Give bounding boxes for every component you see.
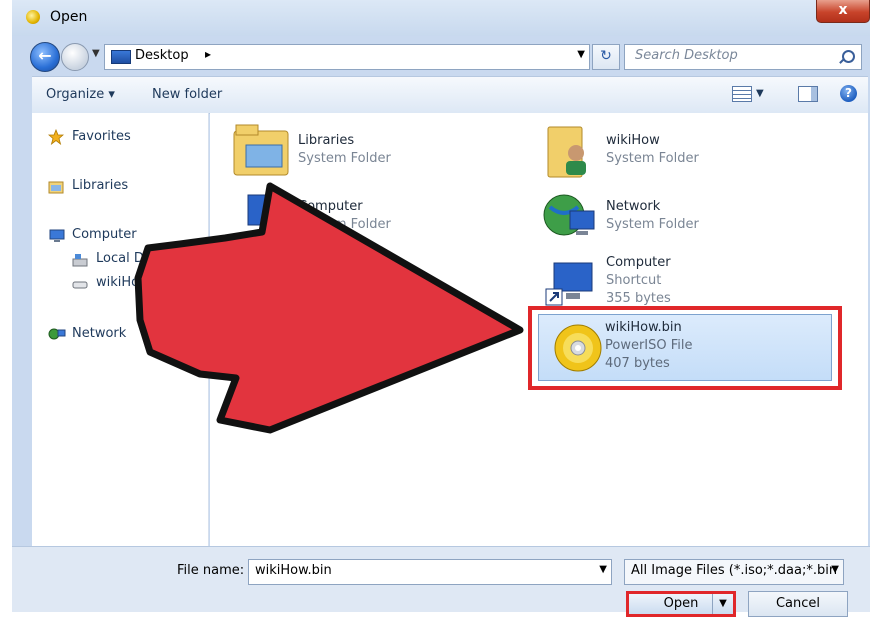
open-options-dropdown-icon[interactable]: ▼ bbox=[712, 594, 733, 614]
item-name: wikiHow.bin bbox=[605, 320, 682, 335]
network-globe-icon bbox=[542, 189, 598, 243]
computer-icon bbox=[48, 229, 65, 243]
file-type-select[interactable]: All Image Files (*.iso;*.daa;*.bin ▼ bbox=[624, 559, 844, 585]
change-view-icon[interactable] bbox=[732, 86, 752, 102]
item-size: 407 bytes bbox=[605, 356, 670, 371]
file-type-dropdown-icon[interactable]: ▼ bbox=[831, 564, 839, 575]
folder-icon bbox=[244, 255, 294, 305]
file-type-value[interactable]: All Image Files (*.iso;*.daa;*.bin bbox=[631, 563, 837, 578]
list-item-wikihow-bin[interactable]: wikiHow.bin PowerISO File 407 bytes bbox=[538, 314, 832, 381]
navigation-pane: Favorites Libraries Computer Local Disk … bbox=[32, 113, 209, 546]
file-name-dropdown-icon[interactable]: ▼ bbox=[599, 564, 607, 575]
item-type: System Folder bbox=[606, 217, 699, 232]
refresh-button[interactable]: ↻ bbox=[592, 44, 620, 70]
shortcut-icon bbox=[244, 339, 264, 369]
view-options-dropdown-icon[interactable]: ▼ bbox=[756, 88, 764, 99]
user-folder-icon bbox=[546, 123, 590, 179]
close-button[interactable]: x bbox=[816, 0, 870, 23]
libraries-icon bbox=[48, 180, 64, 194]
cancel-button[interactable]: Cancel bbox=[748, 591, 848, 617]
search-icon[interactable] bbox=[842, 50, 855, 63]
open-button-label: Open bbox=[663, 596, 699, 611]
item-type: System Folder bbox=[298, 217, 391, 232]
address-bar[interactable]: Desktop ▸ ▼ bbox=[104, 44, 590, 70]
network-icon bbox=[48, 327, 66, 341]
command-bar: Organize ▾ New folder ▼ ? bbox=[32, 76, 868, 114]
window-title: Open bbox=[50, 9, 88, 25]
preview-pane-icon[interactable] bbox=[798, 86, 818, 102]
desktop-icon bbox=[111, 50, 131, 64]
dialog-footer: File name: wikiHow.bin ▼ All Image Files… bbox=[12, 546, 870, 617]
file-list: Libraries System Folder wikiHow System F… bbox=[210, 113, 868, 546]
item-size: 355 bytes bbox=[606, 291, 671, 306]
file-name-input[interactable]: wikiHow.bin ▼ bbox=[248, 559, 612, 585]
item-name: wikiHow bbox=[606, 133, 660, 148]
item-name: Computer bbox=[298, 199, 363, 214]
help-button[interactable]: ? bbox=[840, 85, 857, 102]
address-row: ← ▼ Desktop ▸ ▼ ↻ Search Desktop bbox=[12, 36, 870, 74]
sidebar-item-network[interactable]: Network bbox=[72, 326, 126, 341]
file-name-value[interactable]: wikiHow.bin bbox=[255, 563, 332, 578]
item-name: Computer bbox=[606, 255, 671, 270]
sidebar-item-wikihow-drive[interactable]: wikiHow bbox=[96, 275, 150, 290]
file-name-label: File name: bbox=[177, 563, 245, 578]
recent-locations-dropdown-icon[interactable]: ▼ bbox=[92, 48, 100, 59]
address-location[interactable]: Desktop bbox=[135, 48, 189, 63]
address-dropdown-icon[interactable]: ▼ bbox=[577, 49, 585, 60]
title-bar: Open x bbox=[12, 0, 870, 36]
open-button[interactable]: Open ▼ bbox=[626, 591, 736, 617]
item-name: Network bbox=[606, 199, 661, 214]
chevron-right-icon[interactable]: ▸ bbox=[205, 47, 211, 61]
computer-shortcut-icon bbox=[544, 257, 598, 309]
disc-image-icon bbox=[553, 323, 603, 373]
item-type: System Folder bbox=[298, 151, 391, 166]
search-placeholder: Search Desktop bbox=[635, 48, 738, 63]
app-icon bbox=[26, 10, 40, 24]
item-type: PowerISO File bbox=[605, 338, 693, 353]
sidebar-item-computer[interactable]: Computer bbox=[72, 227, 137, 242]
drive-icon bbox=[72, 279, 88, 293]
organize-menu[interactable]: Organize ▾ bbox=[46, 87, 115, 102]
search-input[interactable]: Search Desktop bbox=[624, 44, 862, 70]
item-name: Libraries bbox=[298, 133, 355, 148]
computer-folder-icon bbox=[244, 191, 294, 239]
item-type: System Folder bbox=[606, 151, 699, 166]
new-folder-button[interactable]: New folder bbox=[152, 87, 222, 102]
item-type: Shortcut bbox=[606, 273, 662, 288]
sidebar-item-libraries[interactable]: Libraries bbox=[72, 178, 128, 193]
back-button[interactable]: ← bbox=[30, 42, 60, 72]
forward-button[interactable] bbox=[61, 43, 89, 71]
star-icon bbox=[47, 128, 65, 146]
sidebar-item-favorites[interactable]: Favorites bbox=[72, 129, 131, 144]
libraries-folder-icon bbox=[232, 123, 290, 177]
local-disk-icon bbox=[72, 253, 88, 267]
sidebar-item-local-disk[interactable]: Local Disk bbox=[96, 251, 162, 266]
open-dialog: Open x ← ▼ Desktop ▸ ▼ ↻ Search Desktop … bbox=[12, 0, 870, 617]
